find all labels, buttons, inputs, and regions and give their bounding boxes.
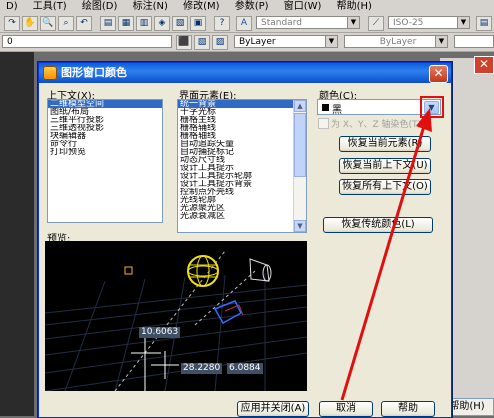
arrow-head [416,108,432,132]
annotation-arrow [340,108,432,401]
